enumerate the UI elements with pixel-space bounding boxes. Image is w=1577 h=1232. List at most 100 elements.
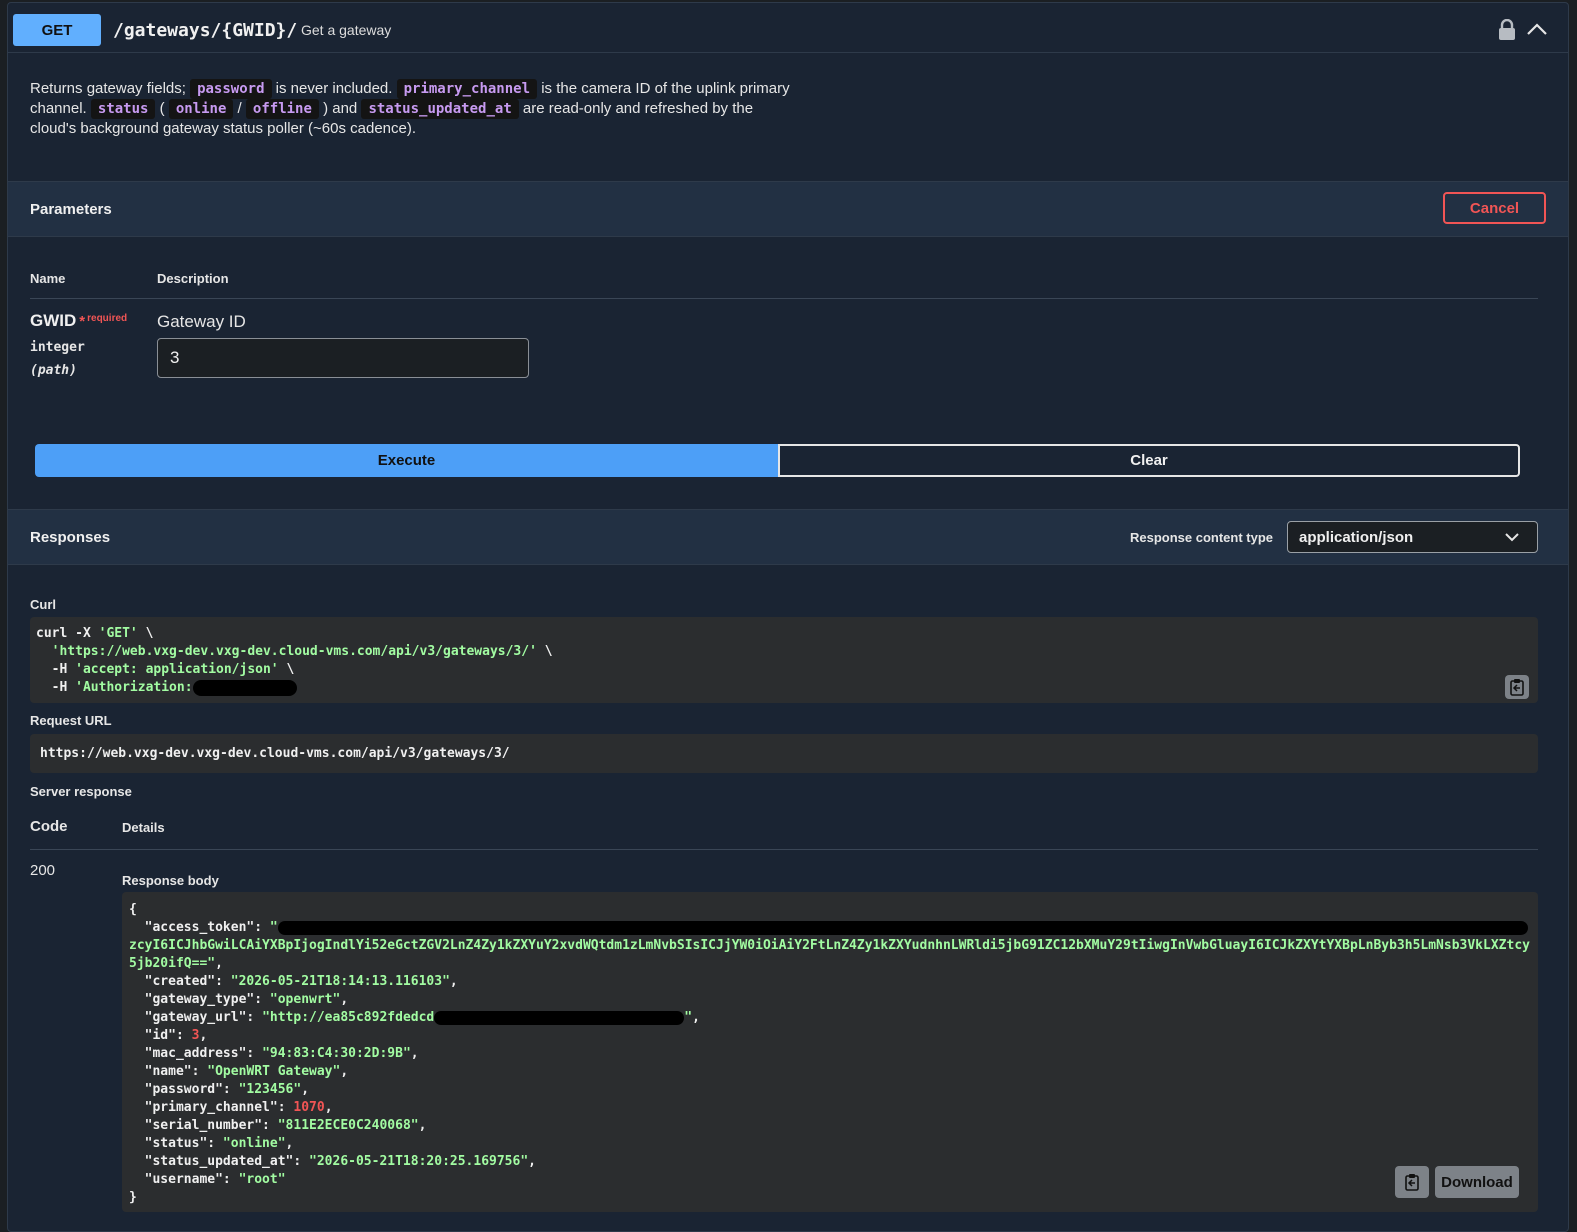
json-string: "123456" [238,1082,302,1097]
execute-button[interactable]: Execute [35,444,778,477]
json-key: "access_token": [129,920,270,935]
parameters-title: Parameters [30,201,112,218]
json-key: "created": [129,974,231,989]
json-string: "online" [222,1136,286,1151]
json-punctuation: , [340,992,349,1007]
responses-title: Responses [30,529,111,546]
json-string: " [269,920,278,935]
description-text: ) and [318,100,362,117]
inline-code-online: online [168,99,234,119]
json-line: zcyI6ICJhbGwiLCAiYXBpIjogIndlYi52eGctZGV… [129,937,1531,973]
inline-code-offline: offline [245,99,319,119]
divider [30,849,1538,850]
json-line: "id": 3, [129,1027,1531,1045]
json-string: "OpenWRT Gateway" [207,1064,341,1079]
description-text: Returns gateway fields; [30,80,191,97]
response-content-type-select[interactable]: application/json [1287,521,1538,553]
json-key: "id": [129,1028,192,1043]
curl-string: 'GET' [98,626,138,641]
copy-response-button[interactable] [1395,1166,1429,1198]
operation-block: GET /gateways/{GWID}/ Get a gateway Retu… [7,2,1569,1232]
json-string: " [684,1010,693,1025]
inline-code-password: password [190,79,272,99]
details-column-header: Details [122,820,165,835]
json-number: 1070 [293,1100,325,1115]
clear-button[interactable]: Clear [778,444,1520,477]
json-line: "gateway_type": "openwrt", [129,991,1531,1009]
json-key: "name": [129,1064,208,1079]
clipboard-copy-icon [1405,1174,1419,1191]
server-response-label: Server response [30,784,132,799]
json-string: "openwrt" [269,992,341,1007]
json-line: "access_token": " [129,919,1531,937]
json-key: "password": [129,1082,239,1097]
curl-text: curl -X [36,626,99,641]
operation-summary[interactable]: GET /gateways/{GWID}/ Get a gateway [8,3,1568,53]
operation-description: Returns gateway fields; password is neve… [30,79,790,139]
gwid-input[interactable]: 3 [157,338,529,378]
code-column-header: Code [30,818,68,835]
http-method-badge: GET [13,14,101,46]
parameter-name: GWID * required [30,311,127,331]
parameter-location: (path) [30,363,77,378]
json-string: zcyI6ICJhbGwiLCAiYXBpIjogIndlYi52eGctZGV… [129,938,1530,971]
json-punctuation: , [340,1064,349,1079]
json-key: "gateway_url": [129,1010,263,1025]
curl-string: 'Authorization: [75,680,193,695]
curl-code-block[interactable]: curl -X 'GET' \ 'https://web.vxg-dev.vxg… [30,617,1538,703]
response-body-label: Response body [122,873,219,888]
required-label: required [87,313,128,324]
json-punctuation: , [301,1082,310,1097]
chevron-up-icon[interactable] [1526,20,1548,38]
download-button[interactable]: Download [1435,1166,1519,1198]
curl-text: \ [137,626,154,641]
json-punctuation: , [692,1010,700,1025]
parameters-header: Parameters Cancel [8,181,1568,237]
redaction-mark [192,679,297,696]
json-line: "username": "root" [129,1171,1531,1189]
response-content-type-value: application/json [1299,528,1414,546]
curl-string: 'https://web.vxg-dev.vxg-dev.cloud-vms.c… [51,644,537,659]
request-url-block[interactable]: https://web.vxg-dev.vxg-dev.cloud-vms.co… [30,734,1538,773]
description-text: ( [155,100,169,117]
json-line: "password": "123456", [129,1081,1531,1099]
json-string: "2026-05-21T18:14:13.116103" [230,974,450,989]
json-line: "gateway_url": "http://ea85c892fdedcd ", [129,1009,1531,1027]
json-key: "primary_channel": [129,1100,294,1115]
json-line: "serial_number": "811E2ECE0C240068", [129,1117,1531,1135]
json-key: "username": [129,1172,239,1187]
json-punctuation: , [449,974,458,989]
json-line: "primary_channel": 1070, [129,1099,1531,1117]
response-status-code: 200 [30,862,56,879]
json-line: "created": "2026-05-21T18:14:13.116103", [129,973,1531,991]
json-line: "status": "online", [129,1135,1531,1153]
inline-code-primary-channel: primary_channel [396,79,538,99]
response-body-block[interactable]: { "access_token": " zcyI6ICJhbGwiLCAiYXB… [122,892,1538,1212]
description-text: / [233,100,246,117]
json-line: } [129,1190,137,1205]
json-punctuation: , [528,1154,536,1169]
curl-text: -H [51,680,76,695]
chevron-down-icon [1505,533,1519,542]
curl-text: -H [51,662,76,677]
copy-curl-button[interactable] [1505,675,1529,699]
curl-text: \ [278,662,295,677]
column-header-description: Description [157,271,229,286]
inline-code-status: status [90,99,156,119]
curl-text: \ [536,644,553,659]
json-string: "root" [238,1172,286,1187]
json-string: "http://ea85c892fdedcd [262,1010,435,1025]
json-key: "status": [129,1136,223,1151]
request-url-label: Request URL [30,713,112,728]
json-punctuation: , [418,1118,427,1133]
operation-summary-text: Get a gateway [301,22,392,38]
curl-string: 'accept: application/json' [75,662,279,677]
curl-label: Curl [30,597,56,612]
required-star: * [79,313,86,330]
column-header-name: Name [30,271,66,286]
parameter-type: integer [30,340,85,355]
inline-code-status-updated-at: status_updated_at [361,99,519,119]
cancel-button[interactable]: Cancel [1443,192,1546,224]
lock-icon[interactable] [1498,19,1516,41]
redaction-mark [277,920,1528,935]
